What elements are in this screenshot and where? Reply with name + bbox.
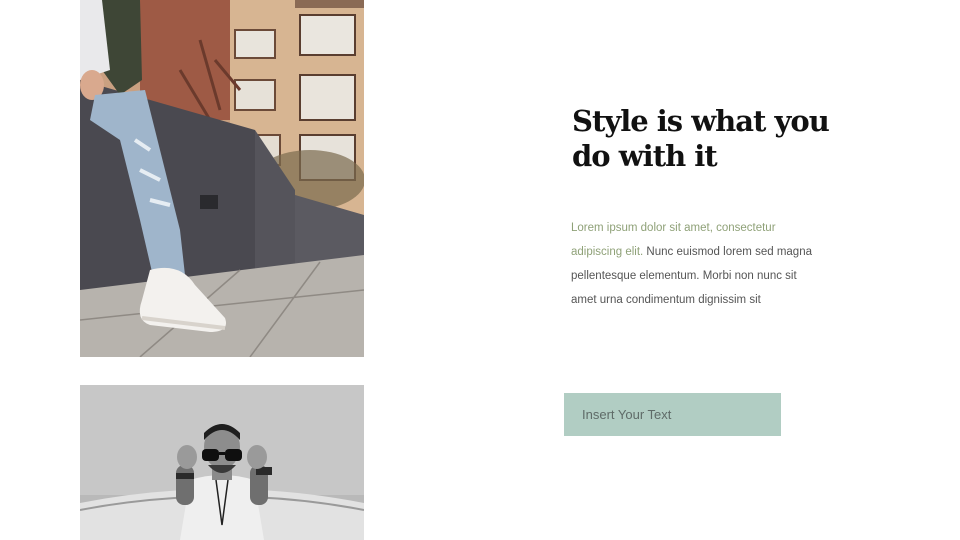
photo-man-sunglasses: [80, 385, 364, 540]
slide: Style is what you do with it Lorem ipsum…: [0, 0, 960, 540]
slide-headline: Style is what you do with it: [572, 104, 830, 173]
photo-man-sneakers: [80, 0, 364, 357]
insert-text-button[interactable]: Insert Your Text: [564, 393, 781, 436]
slide-body-text: Lorem ipsum dolor sit amet, consectetur …: [571, 216, 821, 312]
